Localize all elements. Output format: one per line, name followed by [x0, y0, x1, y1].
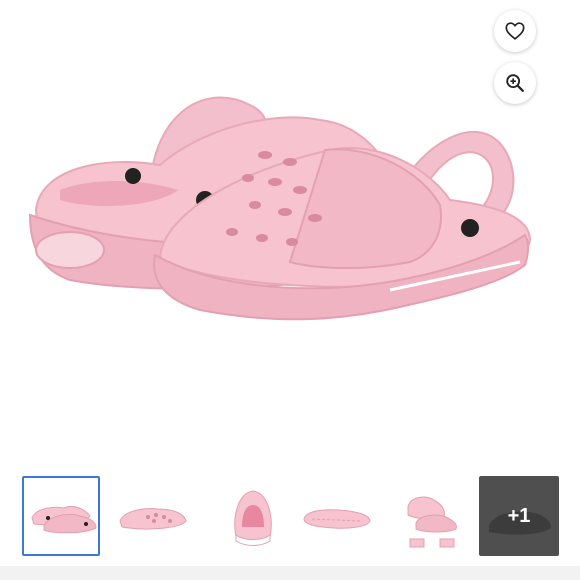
- favorite-button[interactable]: [494, 10, 536, 52]
- clogs-size-views-thumbnail: [407, 496, 457, 548]
- thumbnail-2[interactable]: [113, 476, 191, 556]
- clog-sole-thumbnail: [303, 509, 371, 529]
- thumbnail-5[interactable]: [395, 476, 473, 556]
- clog-side-thumbnail: [119, 508, 187, 530]
- main-product-image[interactable]: [0, 0, 580, 460]
- thumbnail-strip: +1: [0, 474, 580, 560]
- bottom-divider: [0, 566, 580, 580]
- clog-back-thumbnail: [234, 490, 272, 546]
- thumbnail-4[interactable]: [297, 476, 375, 556]
- pink-clog-shoes-image: [28, 96, 532, 321]
- zoom-in-icon: [506, 74, 524, 92]
- thumbnail-3[interactable]: [213, 476, 291, 556]
- clogs-pair-side-thumbnail: [31, 505, 97, 534]
- thumbnail-1[interactable]: [22, 476, 100, 556]
- more-count-label: +1: [507, 504, 531, 527]
- heart-icon: [505, 22, 525, 40]
- zoom-button[interactable]: [494, 62, 536, 104]
- thumbnail-more[interactable]: +1: [479, 476, 559, 556]
